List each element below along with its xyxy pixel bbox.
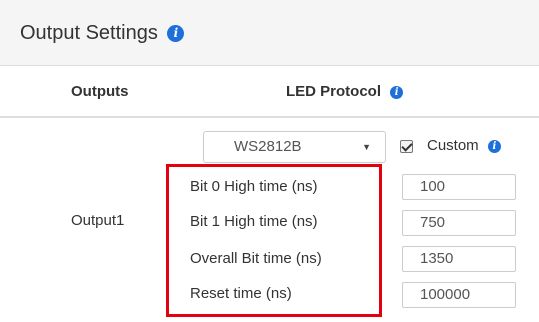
info-icon[interactable]: i [390,86,404,99]
output-name: Output1 [71,212,125,229]
column-header-led-protocol: LED Protocol i [286,83,404,100]
chevron-down-icon: ▼ [362,142,371,152]
bit1-high-time-input[interactable]: 750 [402,210,516,236]
custom-label: Custom i [427,137,501,154]
param-label-reset-time: Reset time (ns) [190,285,292,302]
led-protocol-selected-value: WS2812B [234,138,302,155]
reset-time-input[interactable]: 100000 [402,282,516,308]
column-header-outputs: Outputs [71,83,129,100]
param-label-bit0-high-time: Bit 0 High time (ns) [190,178,318,195]
column-header-led-protocol-text: LED Protocol [286,83,382,100]
custom-label-text: Custom [427,137,479,154]
info-icon[interactable]: i [487,140,501,153]
param-label-bit1-high-time: Bit 1 High time (ns) [190,213,318,230]
param-label-overall-bit-time: Overall Bit time (ns) [190,250,322,267]
bit0-high-time-input[interactable]: 100 [402,174,516,200]
custom-checkbox[interactable] [400,140,413,153]
info-icon[interactable]: i [167,25,185,42]
page-title-text: Output Settings [20,22,158,44]
page-title: Output Settings i [20,22,185,45]
led-protocol-select[interactable]: WS2812B ▼ [203,131,386,163]
settings-header: Output Settings i [0,0,539,66]
overall-bit-time-input[interactable]: 1350 [402,246,516,272]
table-header-divider [0,116,539,118]
